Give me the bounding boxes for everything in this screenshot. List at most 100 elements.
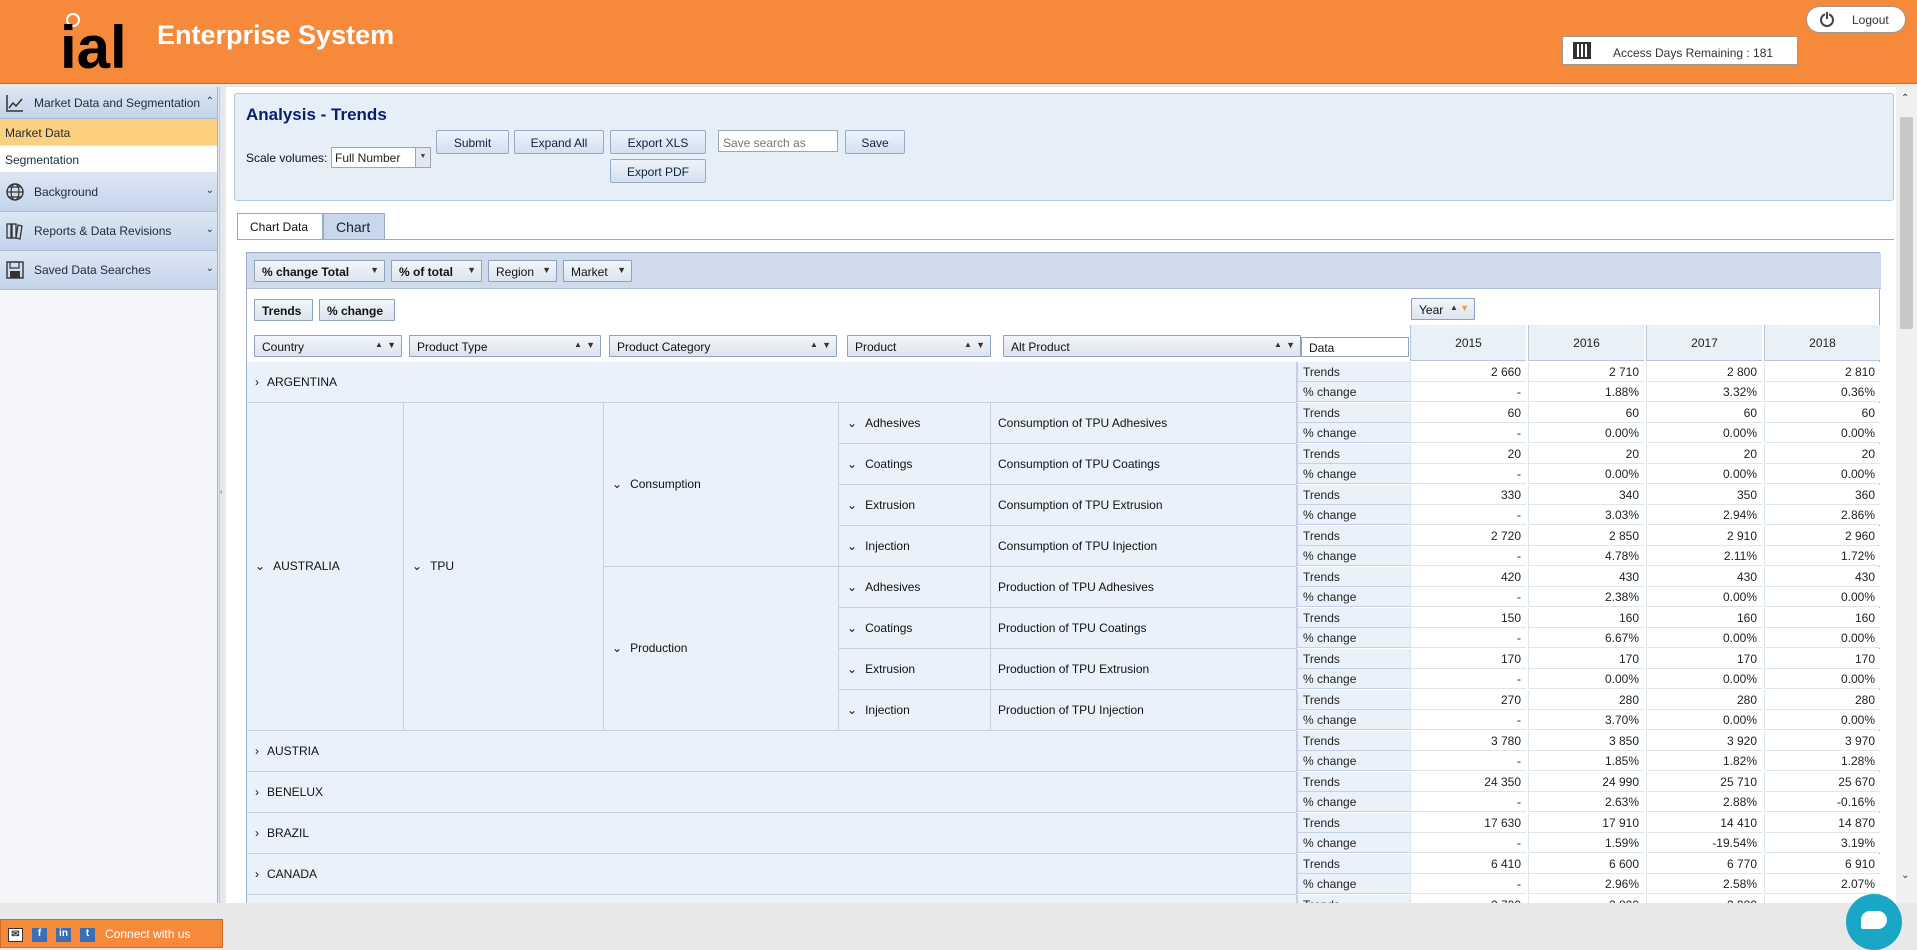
facebook-icon[interactable]: f [32, 928, 47, 942]
sort-asc-icon[interactable]: ▲ [1450, 303, 1458, 312]
year-column-header[interactable]: 2016 [1528, 325, 1644, 361]
filter-icon[interactable]: ▼ [586, 340, 595, 350]
collapse-icon[interactable]: ⌄ [847, 621, 857, 635]
filter-icon[interactable]: ▼ [1460, 303, 1469, 313]
filter-icon[interactable]: ▼ [387, 340, 396, 350]
row-field-chip[interactable]: Product ▲ ▼ [847, 335, 991, 357]
year-column-header[interactable]: 2015 [1410, 325, 1526, 361]
product-row-header[interactable]: ⌄ Injection [839, 526, 991, 567]
export-pdf-button[interactable]: Export PDF [610, 159, 706, 183]
row-field-chip[interactable]: Product Category ▲ ▼ [609, 335, 837, 357]
filter-icon[interactable]: ▼ [822, 340, 831, 350]
sidebar-section-saved-searches[interactable]: Saved Data Searches ⌄ [0, 251, 217, 290]
sort-asc-icon[interactable]: ▲ [375, 340, 383, 349]
collapse-icon[interactable]: ⌄ [612, 641, 622, 655]
collapse-icon[interactable]: ⌄ [412, 559, 422, 573]
chevron-down-icon[interactable]: ⌄ [206, 224, 214, 235]
country-row-header[interactable]: › ARGENTINA [247, 362, 1297, 403]
year-column-header[interactable]: 2017 [1646, 325, 1762, 361]
data-chip-pct-change[interactable]: % change [319, 299, 395, 321]
product-row-header[interactable]: ⌄ Extrusion [839, 649, 991, 690]
product-type-row-header[interactable]: ⌄ TPU [404, 403, 604, 731]
product-row-header[interactable]: ⌄ Coatings [839, 608, 991, 649]
product-row-header[interactable]: ⌄ Coatings [839, 444, 991, 485]
sort-asc-icon[interactable]: ▲ [574, 340, 582, 349]
product-category-row-header[interactable]: ⌄ Production [604, 567, 839, 731]
country-row-header[interactable]: ⌄ AUSTRALIA [247, 403, 404, 731]
product-row-header[interactable]: ⌄ Adhesives [839, 567, 991, 608]
expand-icon[interactable]: › [255, 744, 259, 758]
country-row-header[interactable]: › CANADA [247, 854, 1297, 895]
expand-all-button[interactable]: Expand All [514, 130, 604, 154]
filter-chip-pct-change-total[interactable]: % change Total ▼ [254, 260, 385, 282]
row-field-chip[interactable]: Country ▲ ▼ [254, 335, 402, 357]
sidebar-section-market-data[interactable]: Market Data and Segmentation ⌃ [0, 87, 217, 119]
filter-icon[interactable]: ▼ [617, 265, 626, 275]
country-row-header[interactable]: › BENELUX [247, 772, 1297, 813]
product-row-header[interactable]: ⌄ Adhesives [839, 403, 991, 444]
row-field-chip[interactable]: Product Type ▲ ▼ [409, 335, 601, 357]
collapse-icon[interactable]: ⌄ [847, 416, 857, 430]
filter-chip-region[interactable]: Region ▼ [488, 260, 557, 282]
collapse-icon[interactable]: ⌄ [847, 539, 857, 553]
chat-bubble-icon[interactable] [1846, 894, 1902, 950]
sidebar-splitter[interactable]: ‹ [219, 87, 224, 903]
collapse-icon[interactable]: ⌄ [847, 662, 857, 676]
product-category-row-header[interactable]: ⌄ Consumption [604, 403, 839, 567]
product-row-header[interactable]: ⌄ Injection [839, 690, 991, 731]
sidebar-item-segmentation[interactable]: Segmentation [0, 146, 217, 173]
linkedin-icon[interactable]: in [56, 928, 71, 942]
save-button[interactable]: Save [845, 130, 905, 154]
tab-chart[interactable]: Chart [323, 213, 385, 240]
export-xls-button[interactable]: Export XLS [610, 130, 706, 154]
expand-icon[interactable]: › [255, 826, 259, 840]
filter-chip-pct-total[interactable]: % of total ▼ [391, 260, 482, 282]
data-chip-trends[interactable]: Trends [254, 299, 313, 321]
email-icon[interactable]: ✉ [8, 928, 23, 942]
scale-volumes-select[interactable]: Full Number ▼ [331, 147, 431, 168]
submit-button[interactable]: Submit [436, 130, 509, 154]
logout-button[interactable]: Logout [1806, 6, 1906, 33]
expand-icon[interactable]: › [255, 785, 259, 799]
collapse-icon[interactable]: ⌄ [847, 457, 857, 471]
chevron-up-icon[interactable]: ⌃ [206, 96, 214, 107]
sort-asc-icon[interactable]: ▲ [964, 340, 972, 349]
chevron-down-icon[interactable]: ⌄ [206, 185, 214, 196]
collapse-icon[interactable]: ⌄ [847, 580, 857, 594]
collapse-icon[interactable]: ⌄ [255, 559, 265, 573]
collapse-icon[interactable]: ⌄ [847, 498, 857, 512]
twitter-icon[interactable]: t [80, 928, 95, 942]
scroll-up-icon[interactable]: ⌃ [1901, 93, 1909, 104]
tab-chart-data[interactable]: Chart Data [237, 213, 323, 240]
scroll-thumb[interactable] [1900, 117, 1913, 329]
expand-icon[interactable]: › [255, 867, 259, 881]
filter-icon[interactable]: ▼ [976, 340, 985, 350]
year-column-header[interactable]: 2018 [1764, 325, 1880, 361]
collapse-icon[interactable]: ⌄ [612, 477, 622, 491]
collapse-icon[interactable]: ⌄ [847, 703, 857, 717]
filter-icon[interactable]: ▼ [1286, 340, 1295, 350]
country-row-header[interactable]: › AUSTRIA [247, 731, 1297, 772]
sidebar-item-market-data[interactable]: Market Data [0, 119, 217, 146]
filter-chip-market[interactable]: Market ▼ [563, 260, 632, 282]
country-row-header[interactable]: › BRAZIL [247, 813, 1297, 854]
sidebar-section-background[interactable]: Background ⌄ [0, 173, 217, 212]
filter-icon[interactable]: ▼ [467, 265, 476, 275]
data-field-chip[interactable]: Data [1301, 337, 1409, 357]
country-row-header[interactable]: › [247, 895, 1297, 903]
connect-with-us-bar[interactable]: ✉ f in t Connect with us [0, 919, 223, 948]
row-field-chip[interactable]: Alt Product ▲ ▼ [1003, 335, 1301, 357]
scroll-down-icon[interactable]: ⌄ [1901, 870, 1909, 881]
chevron-down-icon[interactable]: ⌄ [206, 263, 214, 274]
column-field-year[interactable]: Year ▲ ▼ [1411, 298, 1475, 320]
sidebar-section-reports[interactable]: Reports & Data Revisions ⌄ [0, 212, 217, 251]
sort-asc-icon[interactable]: ▲ [1274, 340, 1282, 349]
filter-icon[interactable]: ▼ [370, 265, 379, 275]
expand-icon[interactable]: › [255, 375, 259, 389]
save-search-input[interactable] [718, 130, 838, 152]
filter-icon[interactable]: ▼ [542, 265, 551, 275]
vertical-scrollbar[interactable]: ⌃ ⌄ [1896, 87, 1917, 903]
sort-asc-icon[interactable]: ▲ [810, 340, 818, 349]
dropdown-arrow-icon[interactable]: ▼ [415, 148, 430, 167]
product-row-header[interactable]: ⌄ Extrusion [839, 485, 991, 526]
